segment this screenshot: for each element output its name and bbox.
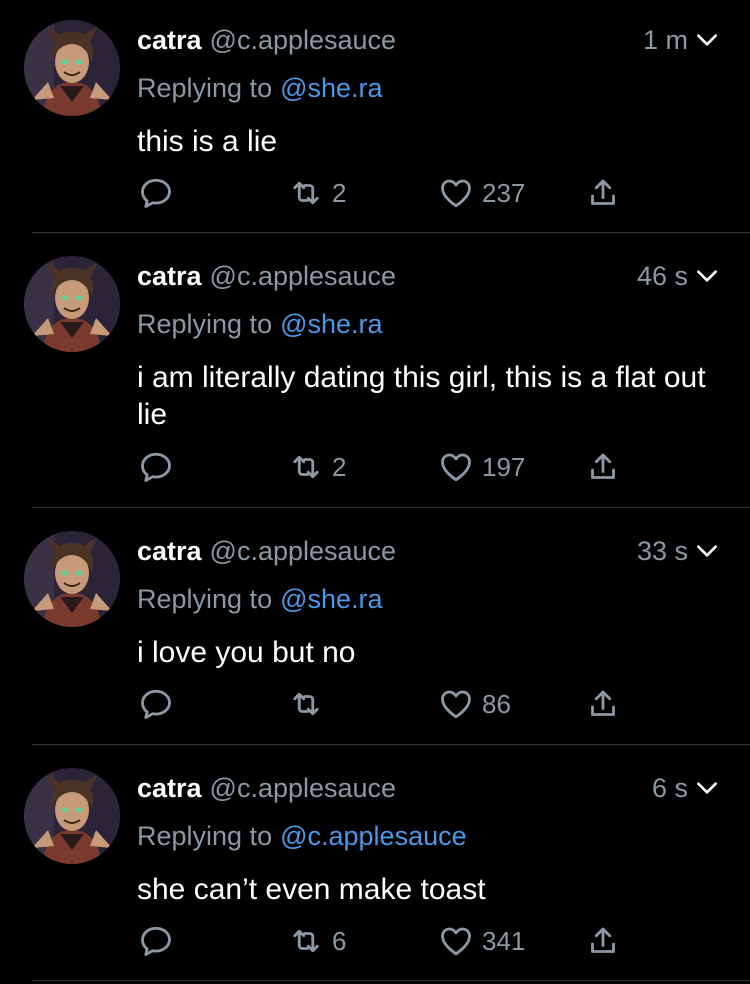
reply-mention-link[interactable]: @she.ra: [280, 309, 382, 339]
like-count: 237: [482, 177, 526, 208]
display-name[interactable]: catra: [137, 773, 202, 803]
comment-icon: [138, 686, 174, 722]
replying-to-label: Replying to: [137, 584, 273, 614]
replying-to: Replying to @c.applesauce: [137, 816, 467, 856]
heart-icon: [438, 449, 474, 485]
retweet-button[interactable]: 2: [288, 449, 346, 485]
tweet-time-menu[interactable]: 6 s: [652, 768, 720, 808]
replying-to-label: Replying to: [137, 73, 273, 103]
reply-button[interactable]: [138, 686, 174, 722]
avatar[interactable]: [24, 531, 120, 627]
chevron-down-icon[interactable]: [694, 27, 720, 53]
reply-mention-link[interactable]: @c.applesauce: [280, 821, 467, 851]
retweet-button[interactable]: 6: [288, 923, 346, 959]
heart-icon: [438, 686, 474, 722]
tweet-text: she can’t even make toast: [137, 873, 486, 906]
share-button[interactable]: [585, 449, 621, 485]
display-name[interactable]: catra: [137, 261, 202, 291]
avatar[interactable]: [24, 256, 120, 352]
tweet-time-menu[interactable]: 1 m: [643, 20, 720, 60]
tweet-time-menu[interactable]: 46 s: [637, 256, 720, 296]
tweet-header: catra @c.applesauce: [137, 531, 396, 571]
divider: [32, 744, 750, 745]
comment-icon: [138, 449, 174, 485]
reply-mention-link[interactable]: @she.ra: [280, 584, 382, 614]
retweet-button[interactable]: 2: [288, 175, 346, 211]
replying-to-label: Replying to: [137, 309, 273, 339]
tweet-text: this is a lie: [137, 125, 278, 158]
share-icon: [585, 449, 621, 485]
replying-to: Replying to @she.ra: [137, 304, 383, 344]
user-handle[interactable]: @c.applesauce: [210, 25, 397, 55]
retweet-icon: [288, 449, 324, 485]
like-button[interactable]: 197: [438, 449, 525, 485]
heart-icon: [438, 175, 474, 211]
reply-button[interactable]: [138, 175, 174, 211]
share-icon: [585, 923, 621, 959]
timestamp: 46 s: [636, 261, 688, 291]
share-button[interactable]: [585, 686, 621, 722]
user-handle[interactable]: @c.applesauce: [210, 536, 397, 566]
like-count: 197: [482, 451, 526, 482]
user-handle[interactable]: @c.applesauce: [210, 261, 397, 291]
share-icon: [585, 175, 621, 211]
reply-mention-link[interactable]: @she.ra: [280, 73, 382, 103]
like-count: 341: [482, 925, 526, 956]
like-button[interactable]: 341: [438, 923, 525, 959]
retweet-icon: [288, 175, 324, 211]
avatar[interactable]: [24, 768, 120, 864]
retweet-button[interactable]: [288, 686, 332, 722]
chevron-down-icon[interactable]: [694, 538, 720, 564]
retweet-count: 6: [332, 925, 347, 956]
tweet-actions: 2 237: [0, 175, 750, 215]
like-button[interactable]: 86: [438, 686, 511, 722]
timestamp: 1 m: [642, 25, 688, 55]
retweet-count: 2: [332, 451, 347, 482]
like-count: 86: [482, 688, 511, 719]
heart-icon: [438, 923, 474, 959]
reply-button[interactable]: [138, 449, 174, 485]
divider: [32, 232, 750, 233]
share-icon: [585, 686, 621, 722]
tweet-actions: 2 197: [0, 449, 750, 489]
share-button[interactable]: [585, 175, 621, 211]
share-button[interactable]: [585, 923, 621, 959]
comment-icon: [138, 175, 174, 211]
replying-to: Replying to @she.ra: [137, 579, 383, 619]
divider: [32, 980, 750, 981]
display-name[interactable]: catra: [137, 536, 202, 566]
tweet-header: catra @c.applesauce: [137, 768, 396, 808]
comment-icon: [138, 923, 174, 959]
avatar[interactable]: [24, 20, 120, 116]
retweet-icon: [288, 686, 324, 722]
timestamp: 33 s: [636, 536, 688, 566]
timestamp: 6 s: [651, 773, 688, 803]
tweet-actions: 6 341: [0, 923, 750, 963]
retweet-count: 2: [332, 177, 347, 208]
replying-to: Replying to @she.ra: [137, 68, 383, 108]
chevron-down-icon[interactable]: [694, 263, 720, 289]
display-name[interactable]: catra: [137, 25, 202, 55]
divider: [32, 507, 750, 508]
replying-to-label: Replying to: [137, 821, 273, 851]
tweet-actions: 86: [0, 686, 750, 726]
tweet-time-menu[interactable]: 33 s: [637, 531, 720, 571]
tweet-header: catra @c.applesauce: [137, 256, 396, 296]
chevron-down-icon[interactable]: [694, 775, 720, 801]
tweet-header: catra @c.applesauce: [137, 20, 396, 60]
user-handle[interactable]: @c.applesauce: [210, 773, 397, 803]
tweet-text: i am literally dating this girl, this is…: [137, 361, 706, 431]
reply-button[interactable]: [138, 923, 174, 959]
retweet-icon: [288, 923, 324, 959]
tweet-text: i love you but no: [137, 636, 356, 669]
like-button[interactable]: 237: [438, 175, 525, 211]
